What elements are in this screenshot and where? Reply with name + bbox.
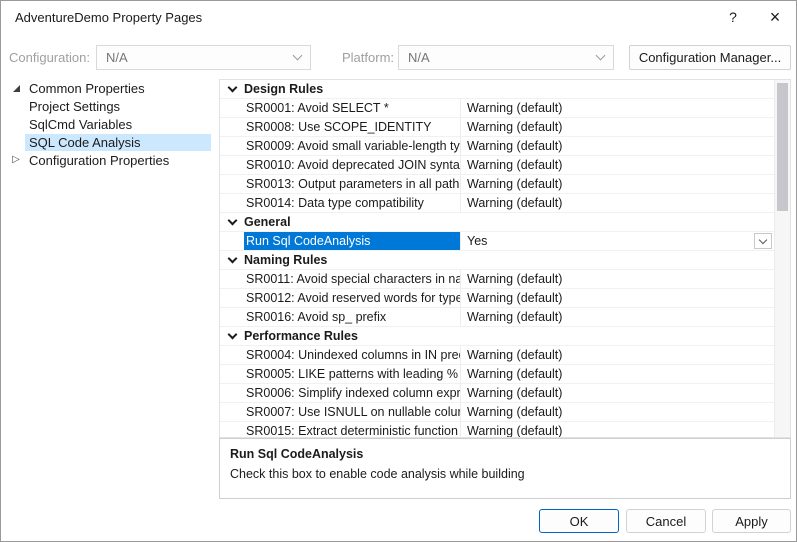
property-value[interactable]: Warning (default) xyxy=(460,175,774,193)
chevron-down-icon xyxy=(228,82,238,92)
property-value[interactable]: Warning (default) xyxy=(460,156,774,174)
description-text: Check this box to enable code analysis w… xyxy=(230,467,780,481)
property-value[interactable]: Warning (default) xyxy=(460,118,774,136)
platform-dropdown[interactable]: N/A xyxy=(398,45,614,70)
property-value[interactable]: Warning (default) xyxy=(460,194,774,212)
category-tree: Common Properties Project Settings SqlCm… xyxy=(7,79,211,169)
property-value[interactable]: Warning (default) xyxy=(460,270,774,288)
property-value[interactable]: Warning (default) xyxy=(460,99,774,117)
property-pages-dialog: AdventureDemo Property Pages ? × Configu… xyxy=(0,0,797,542)
property-row[interactable]: SR0001: Avoid SELECT * Warning (default) xyxy=(220,99,774,118)
description-panel: Run Sql CodeAnalysis Check this box to e… xyxy=(219,438,791,499)
property-row[interactable]: SR0005: LIKE patterns with leading % War… xyxy=(220,365,774,384)
property-row[interactable]: SR0007: Use ISNULL on nullable column Wa… xyxy=(220,403,774,422)
property-row[interactable]: SR0014: Data type compatibility Warning … xyxy=(220,194,774,213)
property-value[interactable]: Warning (default) xyxy=(460,384,774,402)
property-name[interactable]: SR0009: Avoid small variable-length typ xyxy=(220,137,460,155)
property-name[interactable]: SR0014: Data type compatibility xyxy=(220,194,460,212)
tree-item-sqlcmd-variables[interactable]: SqlCmd Variables xyxy=(7,115,211,133)
property-name[interactable]: SR0007: Use ISNULL on nullable column xyxy=(220,403,460,421)
property-value[interactable]: Warning (default) xyxy=(460,365,774,383)
tree-item-sql-code-analysis[interactable]: SQL Code Analysis xyxy=(7,133,211,151)
vertical-scrollbar[interactable] xyxy=(774,80,790,437)
ok-button[interactable]: OK xyxy=(539,509,619,533)
tree-item-label: SQL Code Analysis xyxy=(25,134,211,151)
property-name[interactable]: SR0006: Simplify indexed column expres xyxy=(220,384,460,402)
property-name[interactable]: SR0010: Avoid deprecated JOIN syntax xyxy=(220,156,460,174)
property-name[interactable]: Run Sql CodeAnalysis xyxy=(220,232,460,250)
close-button[interactable]: × xyxy=(754,1,796,33)
property-value[interactable]: Warning (default) xyxy=(460,137,774,155)
category-performance-rules[interactable]: Performance Rules xyxy=(220,327,774,346)
tree-item-label: Configuration Properties xyxy=(25,152,173,169)
category-label: Naming Rules xyxy=(244,253,327,267)
property-name[interactable]: SR0001: Avoid SELECT * xyxy=(220,99,460,117)
property-value[interactable]: Warning (default) xyxy=(460,403,774,421)
property-value: Yes xyxy=(467,234,487,248)
title-bar-buttons: ? × xyxy=(712,1,796,33)
property-row[interactable]: SR0004: Unindexed columns in IN predic W… xyxy=(220,346,774,365)
property-value[interactable]: Warning (default) xyxy=(460,422,774,437)
property-row[interactable]: SR0009: Avoid small variable-length typ … xyxy=(220,137,774,156)
platform-label: Platform: xyxy=(342,45,394,70)
property-name[interactable]: SR0005: LIKE patterns with leading % xyxy=(220,365,460,383)
property-row-run-sql-codeanalysis[interactable]: Run Sql CodeAnalysis Yes xyxy=(220,232,774,251)
property-row[interactable]: SR0013: Output parameters in all paths W… xyxy=(220,175,774,194)
chevron-down-icon xyxy=(228,329,238,339)
property-name[interactable]: SR0011: Avoid special characters in nam xyxy=(220,270,460,288)
property-row[interactable]: SR0016: Avoid sp_ prefix Warning (defaul… xyxy=(220,308,774,327)
category-naming-rules[interactable]: Naming Rules xyxy=(220,251,774,270)
collapsed-triangle-icon[interactable]: ▷ xyxy=(7,155,25,165)
configuration-dropdown[interactable]: N/A xyxy=(96,45,311,70)
tree-item-label: Common Properties xyxy=(25,80,149,97)
property-name[interactable]: SR0004: Unindexed columns in IN predic xyxy=(220,346,460,364)
property-row[interactable]: SR0010: Avoid deprecated JOIN syntax War… xyxy=(220,156,774,175)
configuration-label: Configuration: xyxy=(9,45,90,70)
chevron-down-icon xyxy=(228,215,238,225)
property-row[interactable]: SR0008: Use SCOPE_IDENTITY Warning (defa… xyxy=(220,118,774,137)
chevron-down-icon xyxy=(228,253,238,263)
scrollbar-thumb[interactable] xyxy=(777,83,788,211)
title-bar[interactable]: AdventureDemo Property Pages ? × xyxy=(1,1,796,33)
category-label: General xyxy=(244,215,291,229)
platform-value: N/A xyxy=(408,50,430,65)
property-grid: Design Rules SR0001: Avoid SELECT * Warn… xyxy=(219,79,791,438)
tree-item-common-properties[interactable]: Common Properties xyxy=(7,79,211,97)
dialog-title: AdventureDemo Property Pages xyxy=(15,10,202,25)
property-value[interactable]: Warning (default) xyxy=(460,308,774,326)
chevron-down-icon xyxy=(759,236,767,244)
category-label: Design Rules xyxy=(244,82,323,96)
property-name[interactable]: SR0016: Avoid sp_ prefix xyxy=(220,308,460,326)
tree-item-label: SqlCmd Variables xyxy=(25,116,136,133)
category-label: Performance Rules xyxy=(244,329,358,343)
property-name[interactable]: SR0008: Use SCOPE_IDENTITY xyxy=(220,118,460,136)
expanded-triangle-icon[interactable] xyxy=(7,85,25,92)
chevron-down-icon xyxy=(596,51,606,61)
property-name[interactable]: SR0012: Avoid reserved words for type n xyxy=(220,289,460,307)
property-name[interactable]: SR0013: Output parameters in all paths xyxy=(220,175,460,193)
property-value[interactable]: Warning (default) xyxy=(460,289,774,307)
chevron-down-icon xyxy=(293,51,303,61)
property-row[interactable]: SR0012: Avoid reserved words for type n … xyxy=(220,289,774,308)
tree-item-label: Project Settings xyxy=(25,98,124,115)
property-name[interactable]: SR0015: Extract deterministic function c… xyxy=(220,422,460,437)
tree-item-configuration-properties[interactable]: ▷ Configuration Properties xyxy=(7,151,211,169)
property-row[interactable]: SR0011: Avoid special characters in nam … xyxy=(220,270,774,289)
help-button[interactable]: ? xyxy=(712,1,754,33)
property-value-editor[interactable]: Yes xyxy=(460,232,774,250)
tree-item-project-settings[interactable]: Project Settings xyxy=(7,97,211,115)
apply-button[interactable]: Apply xyxy=(712,509,791,533)
property-value[interactable]: Warning (default) xyxy=(460,346,774,364)
property-row[interactable]: SR0015: Extract deterministic function c… xyxy=(220,422,774,437)
description-title: Run Sql CodeAnalysis xyxy=(230,447,780,461)
property-row[interactable]: SR0006: Simplify indexed column expres W… xyxy=(220,384,774,403)
configuration-value: N/A xyxy=(106,50,128,65)
property-grid-content: Design Rules SR0001: Avoid SELECT * Warn… xyxy=(220,80,774,437)
cancel-button[interactable]: Cancel xyxy=(626,509,706,533)
configuration-manager-button[interactable]: Configuration Manager... xyxy=(629,45,791,70)
value-dropdown-button[interactable] xyxy=(754,233,772,249)
category-design-rules[interactable]: Design Rules xyxy=(220,80,774,99)
category-general[interactable]: General xyxy=(220,213,774,232)
